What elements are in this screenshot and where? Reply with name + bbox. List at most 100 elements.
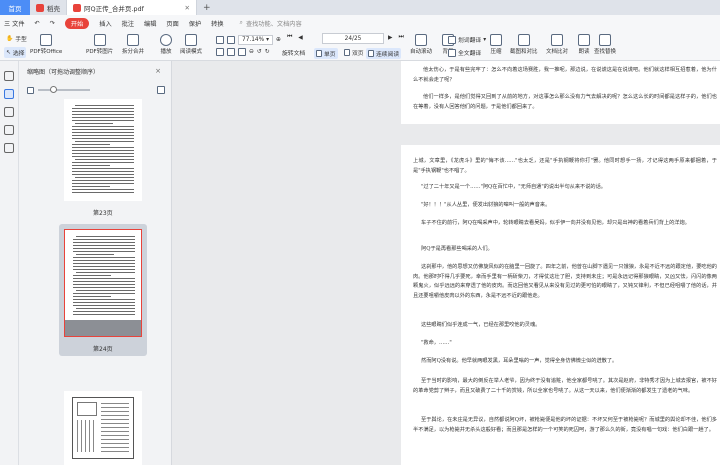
screenshot-icon[interactable] bbox=[238, 48, 246, 56]
actual-size-icon[interactable] bbox=[216, 48, 224, 56]
tab-pdf-label: 阿Q正传_合并页.pdf bbox=[84, 4, 144, 13]
search-icon: ⌕ bbox=[239, 19, 243, 26]
attachment-icon[interactable] bbox=[4, 125, 14, 135]
zoom-value: 77.14% bbox=[242, 37, 265, 43]
docer-icon bbox=[36, 3, 44, 12]
thumbnail-text-line bbox=[73, 287, 135, 289]
menu-insert[interactable]: 插入 bbox=[99, 19, 111, 28]
thumbnail-page-25[interactable] bbox=[64, 391, 142, 465]
thumbnail-icon[interactable] bbox=[4, 89, 14, 99]
double-page-icon bbox=[344, 49, 350, 56]
read-mode-button[interactable]: 阅读模式 bbox=[180, 34, 202, 55]
thumbnail-text-line bbox=[72, 132, 134, 134]
page-number-input[interactable]: 24/25 bbox=[322, 33, 384, 44]
close-panel-icon[interactable]: × bbox=[155, 67, 161, 75]
thumbnail-text-line bbox=[72, 129, 134, 131]
pdf-to-image-button[interactable]: PDF转图片 bbox=[86, 34, 113, 55]
rotate-doc-button[interactable]: 旋转文档 bbox=[282, 48, 305, 57]
next-page-icon[interactable]: ▶ bbox=[388, 35, 392, 41]
menu-annotate[interactable]: 批注 bbox=[122, 19, 134, 28]
split-merge-label: 拆分合并 bbox=[122, 49, 145, 55]
thumbnail-text-line bbox=[73, 263, 135, 265]
thumbnail-text-line bbox=[76, 290, 135, 292]
text-compare-icon bbox=[551, 34, 563, 46]
thumbnail-text-line bbox=[72, 108, 134, 110]
pdf-page-23: 他太伤心，于是有些完牢了：怎么不向着这场赛胜，我一推呢，那边说，在说谎这是在说谎… bbox=[401, 61, 720, 124]
comment-icon[interactable] bbox=[4, 107, 14, 117]
chevron-down-icon: ▾ bbox=[483, 36, 487, 43]
compress-icon bbox=[490, 34, 502, 46]
page24-paragraph: 至于当时的影响，最大的倒反在举人老爷，因为终于没有追赃，他全家都号咷了。其次是赵… bbox=[413, 378, 717, 394]
last-page-icon[interactable]: ⏭ bbox=[398, 34, 403, 41]
read-aloud-button[interactable]: 朗读 bbox=[578, 34, 590, 55]
text-compare-button[interactable]: 文档比对 bbox=[546, 34, 568, 55]
slider-knob[interactable] bbox=[50, 86, 57, 93]
rotate-left-icon[interactable]: ↺ bbox=[257, 49, 262, 55]
single-page-button[interactable]: 单页 bbox=[314, 48, 338, 59]
tab-pdf-document[interactable]: 阿Q正传_合并页.pdf ✕ bbox=[67, 0, 197, 15]
thumbnail-text-line bbox=[72, 126, 134, 128]
word-translate-button[interactable]: 划词翻译 ▾ bbox=[448, 35, 486, 44]
slider-track[interactable] bbox=[38, 86, 90, 93]
play-icon bbox=[160, 34, 172, 46]
thumbnail-text-line bbox=[72, 120, 134, 122]
signature-icon[interactable] bbox=[4, 143, 14, 153]
thumbnail-text-line bbox=[73, 248, 135, 250]
pdf-to-office-label: PDF转Office bbox=[30, 49, 63, 55]
zoom-out-icon[interactable]: ⊖ bbox=[249, 49, 254, 55]
tab-docer[interactable]: 稻壳 bbox=[30, 0, 67, 15]
zoom-in-icon[interactable]: ⊕ bbox=[276, 37, 281, 43]
bookmark-icon[interactable] bbox=[4, 71, 14, 81]
undo-icon[interactable]: ↶ bbox=[35, 20, 40, 27]
pdf-to-image-label: PDF转图片 bbox=[86, 49, 114, 55]
fit-window-icon[interactable] bbox=[227, 48, 235, 56]
redo-icon[interactable]: ↷ bbox=[50, 20, 55, 27]
thumbnail-text-line bbox=[72, 117, 134, 119]
close-tab-icon[interactable]: ✕ bbox=[185, 4, 190, 12]
prev-page-icon[interactable]: ◀ bbox=[298, 35, 302, 41]
thumbnail-text-line bbox=[75, 159, 134, 161]
compress-label: 压缩 bbox=[490, 49, 502, 55]
select-tool[interactable]: ↖ 选择 bbox=[4, 47, 27, 58]
play-button[interactable]: 播放 bbox=[160, 34, 172, 55]
thumbnail-text-line bbox=[73, 296, 111, 298]
fit-width-icon[interactable] bbox=[227, 36, 235, 44]
thumbnail-text-line bbox=[72, 135, 134, 137]
screenshot-compare-button[interactable]: 截图和对比 bbox=[510, 34, 538, 55]
thumbnail-overlay bbox=[65, 320, 141, 336]
auto-scroll-button[interactable]: 自动滚动 bbox=[410, 34, 432, 55]
pdf-to-office-button[interactable]: PDF转Office bbox=[30, 34, 62, 55]
full-translate-button[interactable]: 全文翻译 bbox=[448, 48, 481, 57]
menu-protect[interactable]: 保护 bbox=[189, 19, 201, 28]
rotate-right-icon[interactable]: ↻ bbox=[265, 49, 270, 55]
page24-paragraph: "过了二十年又是一个……"阿Q在百忙中，"无师自通"的说出半句从来不说的话。 bbox=[421, 184, 606, 190]
menu-start[interactable]: 开始 bbox=[64, 17, 90, 29]
continuous-read-button[interactable]: 连续阅读 bbox=[366, 48, 402, 59]
page-indicator[interactable]: 24/25 bbox=[322, 33, 384, 44]
thumbnail-page-23[interactable] bbox=[64, 99, 142, 201]
fit-page-icon[interactable] bbox=[216, 36, 224, 44]
hand-tool[interactable]: ✋ 手型 bbox=[6, 34, 27, 44]
thumbnail-page-24[interactable] bbox=[64, 229, 142, 337]
page24-paragraph: 车子不住的前行，阿Q在喝采声中，轮转眼睛去看吴妈，似乎伊一向并没有见他，却只是出… bbox=[421, 220, 690, 226]
feature-search[interactable]: ⌕ 查找功能、文档内容 bbox=[240, 19, 302, 28]
menu-convert[interactable]: 转换 bbox=[211, 19, 223, 28]
menu-file[interactable]: 三 文件 bbox=[4, 19, 25, 28]
new-tab-button[interactable]: + bbox=[197, 0, 217, 15]
ribbon-toolbar: ✋ 手型 ↖ 选择 PDF转Office PDF转图片 拆分合并 播放 阅读模式 bbox=[0, 31, 720, 61]
thumbnail-text-line bbox=[72, 165, 110, 167]
single-page-label: 单页 bbox=[324, 52, 336, 58]
split-merge-button[interactable]: 拆分合并 bbox=[122, 34, 144, 55]
compress-button[interactable]: 压缩 bbox=[490, 34, 502, 55]
tab-home[interactable]: 首页 bbox=[0, 0, 30, 15]
thumbnail-size-slider[interactable] bbox=[27, 85, 165, 95]
document-view[interactable]: 他太伤心，于是有些完牢了：怎么不向着这场赛胜，我一推呢，那边说，在说谎这是在说谎… bbox=[173, 61, 720, 465]
menu-page[interactable]: 页面 bbox=[166, 19, 178, 28]
play-label: 播放 bbox=[160, 49, 172, 55]
rotate-document-button[interactable] bbox=[283, 34, 295, 46]
menu-edit[interactable]: 编辑 bbox=[144, 19, 156, 28]
find-replace-button[interactable]: 查找替换 bbox=[594, 34, 616, 55]
zoom-select[interactable]: 77.14% ▾ bbox=[238, 35, 274, 45]
thumbnail-text-line bbox=[72, 189, 134, 191]
double-page-button[interactable]: 双页 bbox=[344, 48, 364, 57]
